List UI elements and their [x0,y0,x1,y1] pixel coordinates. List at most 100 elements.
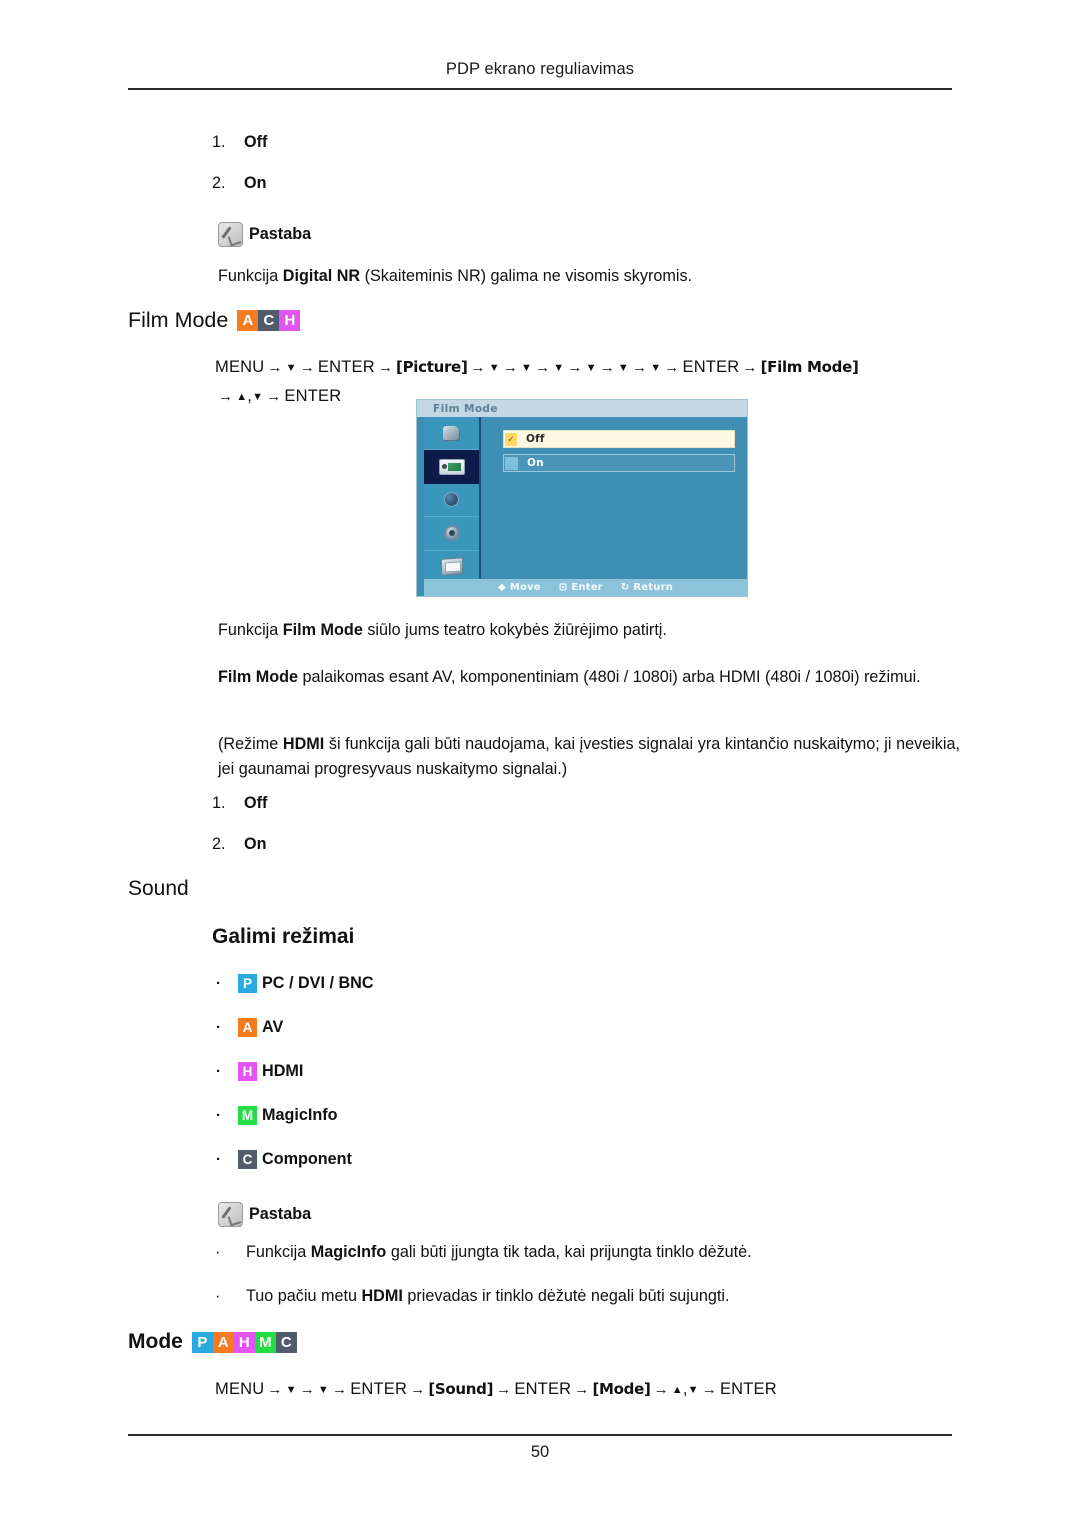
para-post: ši funkcija gali būti naudojama, kai įve… [218,735,960,778]
arrow-glyph: → [267,359,283,376]
osd-label-mode: [Mode] [592,1380,651,1398]
mode-label: MagicInfo [262,1106,338,1124]
film-mode-paragraph-3: (Režime HDMI ši funkcija gali būti naudo… [218,732,960,782]
mode-title: Mode [128,1330,183,1353]
mode-list-item-component: · C Component [216,1150,352,1169]
badge-c: C [275,1331,297,1353]
list-number: 2. [212,835,226,853]
list-item: 1. Off [212,133,267,152]
list-label: Off [244,794,268,812]
osd-sidebar-item-setup[interactable] [424,517,479,551]
sound-note-bullet-1: · Funkcija MagicInfo gali būti įjungta t… [215,1243,960,1262]
osd-sidebar [424,417,481,584]
enter-key: ENTER [284,387,342,405]
list-label: Off [244,133,268,151]
osd-footer-return: ↻ Return [621,582,673,593]
footer-rule [128,1434,952,1436]
osd-option-off[interactable]: ✓ Off [503,430,735,448]
mode-list-item-magicinfo: · M MagicInfo [216,1106,338,1125]
sound-icon [444,492,459,508]
bullet-glyph: · [215,1287,221,1305]
monitor-icon [440,557,463,577]
menu-key: MENU [215,358,265,376]
mode-label: HDMI [262,1062,304,1080]
arrow-glyph: → [653,1381,669,1398]
badge-a: A [212,1331,234,1353]
up-arrow-icon: ▲ [236,391,248,403]
osd-footer-enter: ⊡ Enter [559,582,603,593]
badge-m: M [254,1331,276,1353]
arrow-glyph: → [574,1381,590,1398]
note-label: Pastaba [249,225,312,243]
up-arrow-icon: ▲ [671,1384,683,1396]
running-header: PDP ekrano reguliavimas [445,60,635,78]
badge-a: A [237,310,259,331]
arrow-glyph: → [567,359,583,376]
bullet-text: Tuo pačiu metu HDMI prievadas ir tinklo … [246,1287,730,1305]
arrow-glyph: → [218,388,234,405]
badge-c: C [258,310,280,331]
para-bold: Film Mode [218,668,299,686]
arrow-glyph: → [470,359,486,376]
badge-p: P [191,1331,213,1353]
picture-icon [438,458,465,475]
badge-h: H [233,1331,255,1353]
mode-list-item-hdmi: · H HDMI [216,1062,303,1081]
mode-badges: P A H M C [191,1331,297,1353]
arrow-glyph: → [299,359,315,376]
document-page: PDP ekrano reguliavimas 1. Off 2. On Pasta… [0,0,1080,1527]
para-bold: HDMI [282,735,325,753]
digital-nr-note-text: Funkcija Digital NR (Skaiteminis NR) gal… [218,264,918,289]
arrow-glyph: → [331,1381,348,1398]
note-heading: Pastaba [218,1202,311,1227]
arrow-glyph: → [267,1381,283,1398]
osd-option-label: On [527,457,544,469]
bullet-text: Funkcija MagicInfo gali būti įjungta tik… [246,1243,752,1261]
down-arrow-icon: ▼ [650,362,662,374]
mode-label: AV [262,1018,284,1036]
film-mode-paragraph-1: Funkcija Film Mode siūlo jums teatro kok… [218,618,960,643]
osd-sidebar-item-input[interactable] [424,417,479,451]
arrow-glyph: → [410,1381,426,1398]
osd-option-on[interactable]: On [503,454,735,472]
enter-key: ENTER [514,1380,572,1398]
badge-a: A [238,1018,257,1037]
para-pre: (Režime [218,735,283,753]
film-mode-heading: Film Mode A C H [128,308,301,333]
down-arrow-icon: ▼ [553,362,565,374]
down-arrow-icon: ▼ [488,362,500,374]
osd-title: Film Mode [433,402,498,415]
bullet-glyph: · [215,1243,221,1261]
para-pre: Funkcija [218,621,283,639]
input-icon [443,425,460,441]
note-text-bold: Digital NR [282,267,361,285]
badge-m: M [238,1106,257,1125]
bullet-glyph: · [216,1019,221,1036]
arrow-glyph: → [266,388,282,405]
down-arrow-icon: ▼ [521,362,533,374]
note-pen-icon [218,222,243,247]
mode-list-item-av: · A AV [216,1018,283,1037]
bullet-glyph: · [216,1151,221,1168]
list-number: 2. [212,174,226,192]
sound-note-bullet-2: · Tuo pačiu metu HDMI prievadas ir tinkl… [215,1287,960,1306]
badge-p: P [238,974,257,993]
enter-key-icon: ⊡ [558,582,568,593]
osd-sidebar-item-picture[interactable] [424,450,479,484]
note-label: Pastaba [249,1205,312,1223]
note-text-post: (Skaiteminis NR) galima ne visomis skyro… [360,267,693,285]
arrow-glyph: → [631,359,648,376]
down-arrow-icon: ▼ [285,1384,297,1396]
down-arrow-icon: ▼ [252,391,264,403]
arrow-glyph: → [599,359,615,376]
bullet-square-icon [505,456,518,470]
arrow-glyph: → [664,359,680,376]
mode-label: Component [262,1150,352,1168]
osd-sidebar-item-sound[interactable] [424,484,479,518]
mode-list-item-pc: · P PC / DVI / BNC [216,974,374,993]
film-mode-paragraph-2: Film Mode palaikomas esant AV, komponent… [218,665,960,690]
badge-c: C [238,1150,257,1169]
arrow-glyph: → [299,1381,315,1398]
down-arrow-icon: ▼ [585,362,597,374]
mode-label: PC / DVI / BNC [262,974,374,992]
